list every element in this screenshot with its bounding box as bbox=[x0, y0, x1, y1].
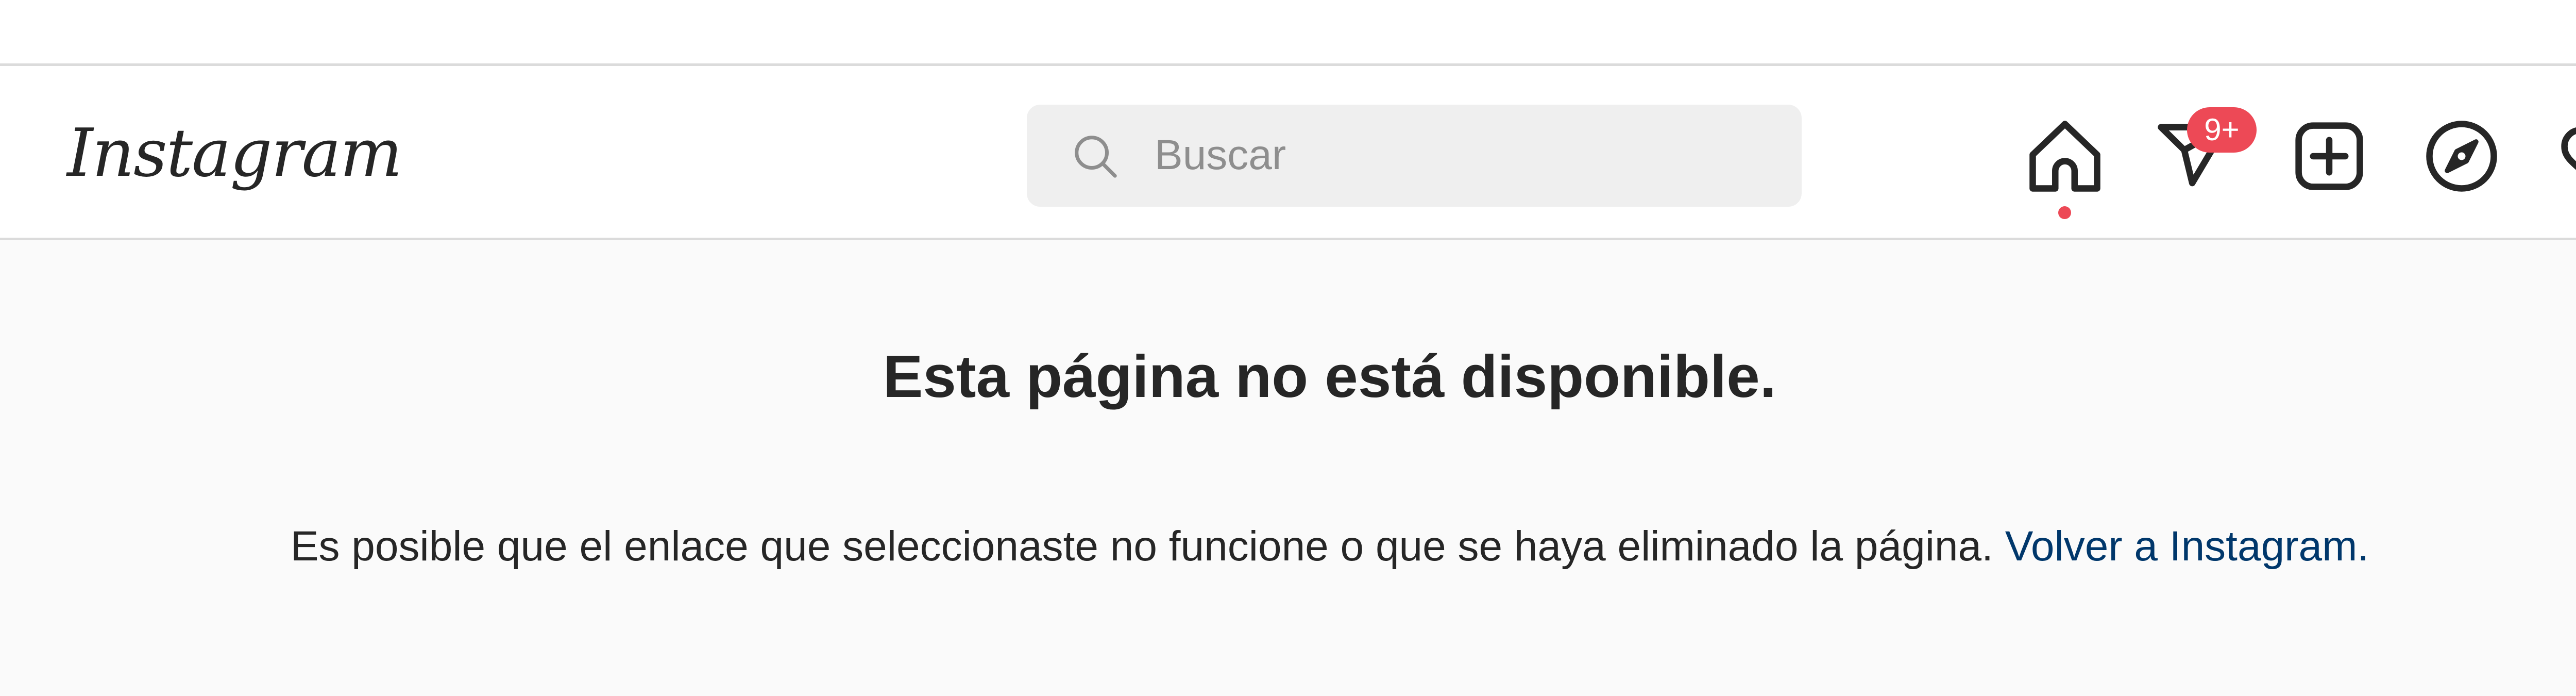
back-to-instagram-link[interactable]: Volver a Instagram. bbox=[2005, 523, 2369, 570]
home-icon bbox=[2029, 121, 2100, 192]
new-post-button[interactable] bbox=[2291, 118, 2368, 195]
search-box[interactable] bbox=[1027, 105, 1802, 207]
new-post-icon bbox=[2295, 122, 2363, 190]
search-input[interactable] bbox=[1155, 119, 1773, 191]
explore-compass-icon bbox=[2426, 121, 2497, 192]
explore-button[interactable] bbox=[2423, 118, 2500, 195]
heart-icon bbox=[2561, 127, 2576, 170]
browser-top-strip bbox=[0, 0, 2576, 66]
unavailable-message: Es posible que el enlace que seleccionas… bbox=[0, 516, 2576, 577]
home-button[interactable] bbox=[2026, 118, 2104, 195]
activity-button[interactable] bbox=[2556, 118, 2576, 195]
page-title: Esta página no está disponible. bbox=[883, 343, 1776, 410]
direct-messages-badge: 9+ bbox=[2187, 107, 2257, 153]
search-icon bbox=[1075, 136, 1117, 178]
message-text: Es posible que el enlace que seleccionas… bbox=[290, 523, 1993, 570]
instagram-logo[interactable]: Instagram bbox=[67, 115, 402, 192]
home-notification-dot bbox=[2058, 206, 2071, 219]
top-navbar: Instagram 9+ bbox=[0, 66, 2576, 240]
